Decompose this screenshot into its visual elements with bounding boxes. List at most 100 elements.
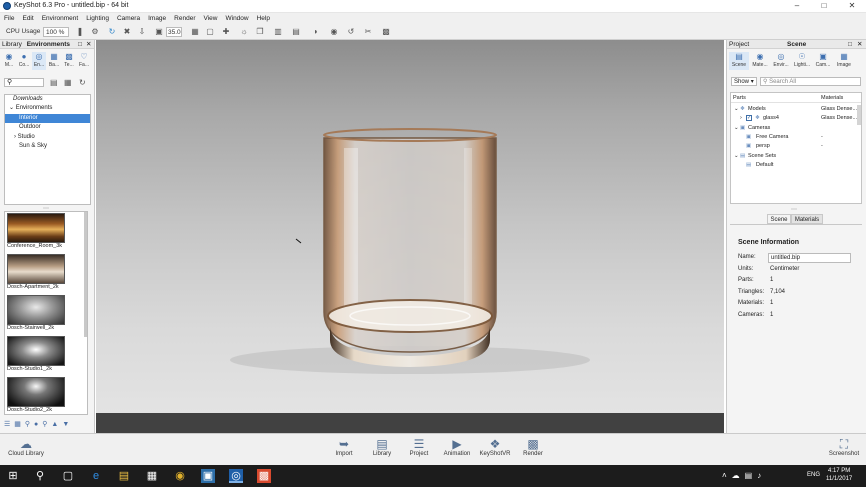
keyshot-taskbar-icon[interactable]: ◎	[229, 469, 243, 483]
thumbnail-item[interactable]: Conference_Room_3k	[7, 213, 65, 250]
scene-search-input[interactable]: ⚲ Search All	[760, 77, 861, 86]
subtab-materials[interactable]: Materials	[791, 214, 823, 224]
grid-view-icon[interactable]: ▦	[14, 421, 25, 428]
network-icon[interactable]: ▤	[745, 471, 758, 480]
pause-icon[interactable]: ❚	[76, 28, 84, 36]
cloud-icon[interactable]: ☁	[732, 471, 745, 480]
tree-row-default[interactable]: ▤ Default	[731, 161, 861, 170]
tab-scene[interactable]: ▤ Scene	[729, 52, 749, 70]
file-explorer-icon[interactable]: ▤	[117, 469, 131, 483]
tab-colors[interactable]: ● Co...	[17, 52, 31, 70]
tab-environment[interactable]: ◎ Envir...	[771, 52, 791, 70]
library-button[interactable]: ▤ Library	[362, 437, 402, 465]
import-button[interactable]: ➥ Import	[324, 437, 364, 465]
copy-icon[interactable]: ❐	[256, 28, 264, 36]
align-icon[interactable]: ▤	[292, 28, 300, 36]
keyshotvr-button[interactable]: ❖ KeyShotVR	[475, 437, 515, 465]
visibility-checkbox[interactable]: ✓	[746, 115, 752, 121]
thumbnails-scrollbar[interactable]	[84, 212, 87, 337]
scene-name-input[interactable]: untitled.bip	[768, 253, 851, 263]
folder-environments[interactable]: ⌄ Environments	[5, 104, 90, 113]
tree-row-glass4[interactable]: › ✓ ❖ glass4 Glass Dense...	[731, 114, 861, 123]
rotate-tool-icon[interactable]: ☼	[240, 28, 248, 36]
move-tool-icon[interactable]: ✚	[222, 28, 230, 36]
thumbnail-item[interactable]: Dosch-Apartment_2k	[7, 254, 65, 291]
add-folder-icon[interactable]: ▤	[50, 78, 58, 87]
tree-row-cameras[interactable]: ⌄ ▣ Cameras	[731, 124, 861, 133]
menu-image[interactable]: Image	[144, 13, 170, 24]
minimize-icon[interactable]: –	[790, 1, 804, 11]
tab-environments[interactable]: ◎ En...	[32, 52, 46, 70]
menu-view[interactable]: View	[200, 13, 222, 24]
animation-button[interactable]: ▶ Animation	[437, 437, 477, 465]
folder-interior[interactable]: Interior	[5, 113, 90, 124]
menu-help[interactable]: Help	[253, 13, 274, 24]
folder-downloads[interactable]: Downloads	[5, 95, 90, 104]
edge-browser-icon[interactable]: e	[89, 469, 103, 483]
scene-icon[interactable]: ◉	[330, 28, 338, 36]
menu-render[interactable]: Render	[170, 13, 199, 24]
menu-edit[interactable]: Edit	[18, 13, 37, 24]
app-icon[interactable]: ▣	[201, 469, 215, 483]
layout-icon[interactable]: ▥	[274, 28, 282, 36]
panel-close-icon[interactable]: ✕	[86, 40, 91, 49]
material-icon[interactable]: ◑	[311, 28, 319, 36]
tab-lighting[interactable]: ☉ Lighti...	[792, 52, 812, 70]
zoom-out-icon[interactable]: ⚲	[25, 421, 34, 428]
menu-file[interactable]: File	[0, 13, 18, 24]
panel-undock-icon[interactable]: □	[78, 40, 82, 49]
tree-row-persp[interactable]: ▣ persp -	[731, 142, 861, 151]
windows-start-icon[interactable]: ⊞	[6, 469, 20, 483]
fov-input[interactable]: 35.0	[166, 27, 182, 37]
thumbnail-item[interactable]: Dosch-Studio1_2k	[7, 336, 65, 373]
clock[interactable]: 4:17 PM 11/1/2017	[826, 467, 852, 483]
screenshot-tool-icon[interactable]: ▩	[382, 28, 390, 36]
chevron-up-icon[interactable]: ˄	[722, 471, 732, 480]
chrome-icon[interactable]: ◉	[173, 469, 187, 483]
tab-favorites[interactable]: ♡ Fa...	[77, 52, 91, 70]
tab-backplates[interactable]: ▦ Ba...	[47, 52, 61, 70]
splitter-handle[interactable]: ⋯	[791, 206, 797, 213]
refresh-icon[interactable]: ↻	[108, 28, 116, 36]
tab-camera[interactable]: ▣ Cam...	[813, 52, 833, 70]
render-button[interactable]: ▩ Render	[513, 437, 553, 465]
download-icon[interactable]: ⇩	[138, 28, 146, 36]
reload-icon[interactable]: ↺	[347, 28, 355, 36]
panel-close-icon[interactable]: ✕	[857, 40, 862, 49]
input-language[interactable]: ENG	[807, 472, 820, 478]
geometry-view-icon[interactable]: ▦	[191, 28, 199, 36]
menu-camera[interactable]: Camera	[113, 13, 144, 24]
render-viewport[interactable]	[96, 40, 724, 413]
tumble-icon[interactable]: ✖	[123, 28, 131, 36]
download-library-icon[interactable]: ▼	[62, 421, 73, 428]
tree-scrollbar[interactable]	[857, 105, 861, 125]
project-button[interactable]: ☰ Project	[399, 437, 439, 465]
tab-image[interactable]: ▦ Image	[834, 52, 854, 70]
volume-icon[interactable]: ♪	[757, 471, 766, 480]
task-view-icon[interactable]: ▢	[61, 469, 75, 483]
refresh-library-icon[interactable]: ↻	[79, 78, 86, 87]
search-icon[interactable]: ⚲	[33, 469, 47, 483]
tree-row-free-camera[interactable]: ▣ Free Camera -	[731, 133, 861, 142]
maximize-icon[interactable]: □	[817, 1, 831, 11]
red-app-icon[interactable]: ▩	[257, 469, 271, 483]
list-view-icon[interactable]: ☰	[4, 421, 14, 428]
folder-sun-sky[interactable]: Sun & Sky	[5, 142, 90, 151]
folder-outdoor[interactable]: Outdoor	[5, 123, 90, 132]
subtab-scene[interactable]: Scene	[767, 214, 791, 224]
thumbnail-item[interactable]: Dosch-Studio2_2k	[7, 377, 65, 414]
folder-studio[interactable]: › Studio	[5, 133, 90, 142]
performance-mode-icon[interactable]: ⚙	[91, 28, 99, 36]
cpu-usage-select[interactable]: 100 %	[43, 27, 69, 37]
tab-textures[interactable]: ▩ Te...	[62, 52, 76, 70]
menu-window[interactable]: Window	[221, 13, 252, 24]
cut-icon[interactable]: ✂	[364, 28, 372, 36]
show-dropdown[interactable]: Show ▾	[731, 77, 757, 86]
close-icon[interactable]: ✕	[845, 1, 859, 11]
tab-materials[interactable]: ◉ Mate...	[750, 52, 770, 70]
thumbnail-item[interactable]: Dosch-Stairwell_2k	[7, 295, 65, 332]
library-search-input[interactable]: ⚲	[4, 78, 44, 87]
camera-lock-icon[interactable]: ▢	[206, 28, 214, 36]
screenshot-button[interactable]: ⛶ Screenshot	[824, 437, 864, 465]
tree-row-scene-sets[interactable]: ⌄ ▤ Scene Sets	[731, 152, 861, 161]
